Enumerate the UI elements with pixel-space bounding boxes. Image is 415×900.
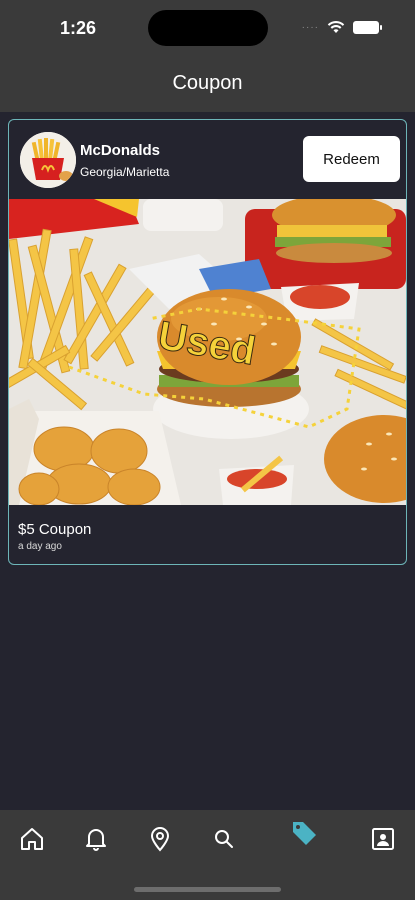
merchant-location: Georgia/Marietta bbox=[80, 165, 170, 179]
coupon-card-header: McDonalds Georgia/Marietta Redeem bbox=[9, 120, 406, 198]
dynamic-island bbox=[148, 10, 268, 46]
battery-icon bbox=[353, 20, 382, 34]
bell-icon bbox=[86, 829, 106, 851]
page-title: Coupon bbox=[172, 72, 243, 94]
location-pin-icon bbox=[150, 827, 170, 852]
tag-icon bbox=[293, 822, 316, 845]
coupon-timestamp: a day ago bbox=[18, 541, 62, 552]
cellular-signal-icon: ···· bbox=[301, 21, 319, 33]
tab-notifications[interactable] bbox=[81, 824, 111, 854]
food-photo: Used bbox=[9, 199, 406, 505]
top-bar: 1:26 ···· Coupon bbox=[0, 0, 415, 112]
tab-search[interactable] bbox=[209, 824, 239, 854]
coupon-card[interactable]: McDonalds Georgia/Marietta Redeem Used $… bbox=[8, 119, 407, 565]
fries-logo-icon bbox=[20, 132, 76, 188]
tab-location[interactable] bbox=[145, 824, 175, 854]
coupon-image: Used bbox=[9, 199, 406, 505]
coupon-title: $5 Coupon bbox=[18, 521, 92, 538]
home-icon bbox=[21, 828, 43, 850]
merchant-logo bbox=[20, 132, 76, 188]
search-icon bbox=[215, 830, 233, 848]
wifi-icon bbox=[327, 21, 345, 33]
tab-coupons[interactable] bbox=[289, 818, 319, 848]
redeem-button[interactable]: Redeem bbox=[303, 136, 400, 182]
status-time: 1:26 bbox=[60, 18, 97, 38]
tab-profile[interactable] bbox=[368, 824, 398, 854]
contact-card-icon bbox=[372, 828, 394, 850]
status-icons: ···· bbox=[301, 20, 382, 34]
tab-home[interactable] bbox=[17, 824, 47, 854]
merchant-name: McDonalds bbox=[80, 142, 161, 159]
home-indicator bbox=[134, 887, 281, 892]
